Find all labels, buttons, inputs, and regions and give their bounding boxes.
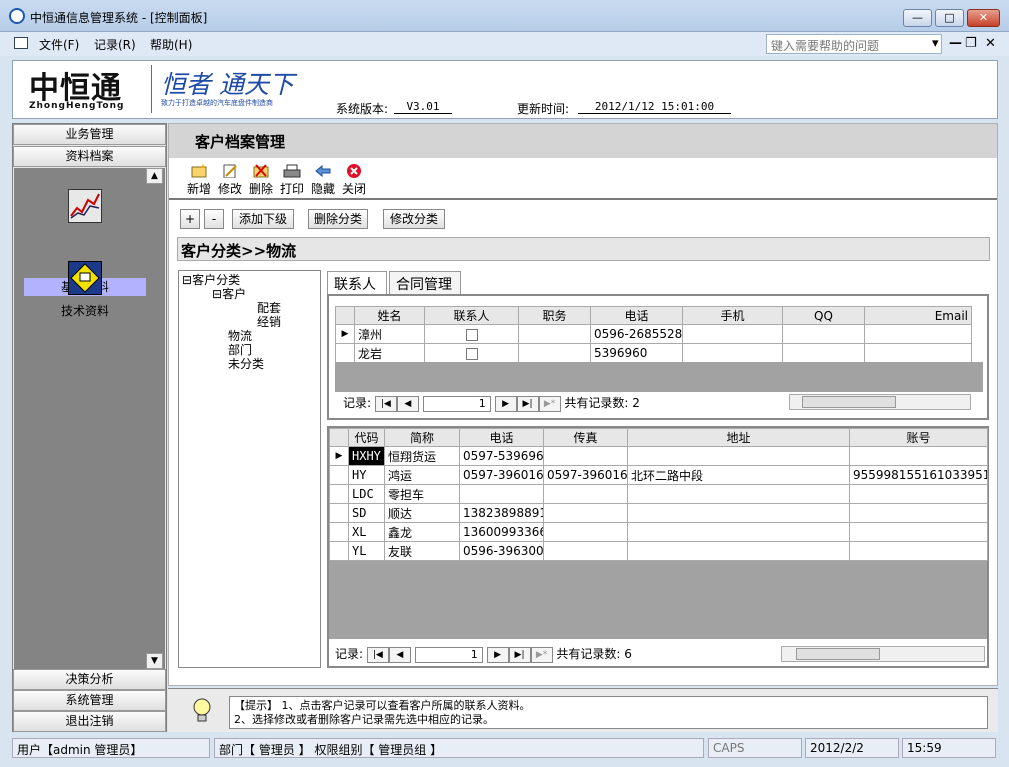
new-record-icon[interactable]: ▶* (538, 395, 561, 412)
status-time: 15:59 (902, 738, 996, 758)
contact-checkbox[interactable] (465, 347, 478, 360)
table-row[interactable]: HY 鸿运 0597-3960166 0597-3960166 北环二路中段 955998… (329, 465, 988, 485)
sidebar: 业务管理 资料档案 ▲ ▼ 基础资料 技术资料 决策分析 系统管理 退出注销 (12, 123, 167, 732)
version-value: V3.01 (394, 100, 452, 114)
update-time-value: 2012/1/12 15:01:00 (578, 100, 731, 114)
table-row[interactable]: ▶ 漳州 0596-2685528 (335, 324, 972, 344)
delete-category-button[interactable]: 删除分类 (308, 209, 368, 229)
last-record-icon[interactable]: ▶| (516, 395, 539, 412)
menu-help[interactable]: 帮助(H) (150, 36, 192, 53)
minimize-button[interactable]: — (903, 9, 932, 27)
table-row[interactable]: ▶ HXHY 恒翔货运 0597-5396960 (329, 446, 988, 466)
sidebar-logout[interactable]: 退出注销 (13, 711, 166, 732)
tree-node-uncategorized[interactable]: 未分类 (228, 355, 264, 372)
status-department: 部门【 管理员 】 权限组别【 管理员组 】 (214, 738, 704, 758)
update-label: 更新时间: (517, 102, 570, 116)
new-button[interactable]: 新增 (184, 164, 214, 197)
maximize-button[interactable]: □ (935, 9, 964, 27)
row-selector-icon[interactable]: ▶ (335, 324, 355, 344)
title-bar: 中恒通信息管理系统 - [控制面板] — □ ✕ (0, 0, 1009, 32)
add-child-button[interactable]: 添加下级 (232, 209, 294, 229)
collapse-button[interactable]: - (204, 209, 224, 229)
close-button[interactable]: ✕ (967, 9, 1000, 27)
delete-button[interactable]: 删除 (246, 164, 276, 197)
prev-record-icon[interactable]: ◀ (396, 395, 419, 412)
mdi-restore-button[interactable]: ❐ (965, 36, 977, 51)
status-user: 用户【admin 管理员】 (12, 738, 210, 758)
lightbulb-icon (193, 698, 211, 722)
chart-icon[interactable] (68, 189, 102, 223)
tab-contacts[interactable]: 联系人 (327, 271, 387, 295)
expand-button[interactable]: + (180, 209, 200, 229)
new-icon (191, 164, 207, 178)
tagline: 致力于打造卓越的汽车底盘件制造商 (161, 99, 273, 107)
status-caps: CAPS (708, 738, 802, 758)
record-number-input[interactable]: 1 (422, 395, 491, 412)
tip-text: 【提示】 1、点击客户记录可以查看客户所属的联系人资料。 2、选择修改或者删除客… (229, 696, 988, 729)
customers-grid: 代码 简称 电话 传真 地址 账号 ▶ HXHY 恒翔货运 0597-5396960 HY 鸿运 05… (327, 426, 989, 668)
mdi-minimize-button[interactable]: — (949, 36, 962, 51)
horizontal-scrollbar[interactable] (789, 394, 971, 410)
close-panel-button[interactable]: 关闭 (339, 164, 369, 197)
arrow-left-icon (315, 164, 331, 178)
close-circle-icon (347, 164, 361, 178)
edit-icon (223, 164, 237, 178)
edit-category-button[interactable]: 修改分类 (383, 209, 445, 229)
logo-english: ZhongHengTong (29, 101, 125, 111)
first-record-icon[interactable]: |◀ (374, 395, 397, 412)
category-tree: ⊟客户分类 ⊟客户 配套 经销 物流 部门 未分类 (178, 270, 321, 668)
tree-node-customer[interactable]: ⊟客户 (212, 285, 246, 302)
table-row[interactable]: YL 友联 0596-3963000 (329, 541, 988, 561)
next-record-icon[interactable]: ▶ (486, 646, 509, 663)
sidebar-business[interactable]: 业务管理 (13, 124, 166, 145)
tab-bar: 联系人 合同管理 (327, 271, 989, 295)
delete-icon (253, 164, 269, 178)
horizontal-scrollbar[interactable] (781, 646, 985, 662)
menu-file[interactable]: 文件(F) (39, 36, 79, 53)
app-icon (9, 8, 25, 24)
table-row[interactable]: SD 顺达 13823898891 (329, 503, 988, 523)
first-record-icon[interactable]: |◀ (366, 646, 389, 663)
table-row[interactable]: 龙岩 5396960 (335, 343, 972, 363)
table-row[interactable]: XL 鑫龙 13600993366 (329, 522, 988, 542)
system-menu-icon[interactable] (14, 37, 28, 49)
new-record-icon[interactable]: ▶* (530, 646, 553, 663)
window-title: 中恒通信息管理系统 - [控制面板] (30, 11, 208, 25)
printer-icon (283, 164, 301, 178)
tree-node-dealer[interactable]: 经销 (257, 313, 281, 330)
row-selector-icon[interactable]: ▶ (329, 446, 349, 466)
next-record-icon[interactable]: ▶ (494, 395, 517, 412)
sidebar-decision[interactable]: 决策分析 (13, 669, 166, 690)
banner: 中恒通 ZhongHengTong 恒者 通天下 致力于打造卓越的汽车底盘件制造… (12, 60, 998, 119)
tab-contracts[interactable]: 合同管理 (389, 271, 461, 294)
tech-doc-icon[interactable] (68, 261, 102, 295)
contact-checkbox[interactable] (465, 328, 478, 341)
version-label: 系统版本: (336, 102, 389, 116)
print-button[interactable]: 打印 (277, 164, 307, 197)
table-row[interactable]: LDC 零担车 (329, 484, 988, 504)
help-dropdown-icon[interactable]: ▾ (932, 36, 939, 51)
breadcrumb: 客户分类>>物流 (177, 237, 990, 261)
help-search-input[interactable]: 键入需要帮助的问题 (766, 34, 942, 54)
scroll-up-icon[interactable]: ▲ (146, 168, 163, 184)
edit-button[interactable]: 修改 (215, 164, 245, 197)
sidebar-archives[interactable]: 资料档案 (13, 146, 166, 167)
sidebar-panel: ▲ ▼ 基础资料 技术资料 (14, 168, 165, 670)
menu-record[interactable]: 记录(R) (94, 36, 136, 53)
prev-record-icon[interactable]: ◀ (388, 646, 411, 663)
last-record-icon[interactable]: ▶| (508, 646, 531, 663)
sidebar-system[interactable]: 系统管理 (13, 690, 166, 711)
hide-button[interactable]: 隐藏 (308, 164, 338, 197)
sidebar-item-tech-data[interactable]: 技术资料 (24, 302, 146, 319)
main-panel: 客户档案管理 新增 修改 删除 打印 隐藏 关闭 + - 添加下级 删除分类 修… (168, 123, 998, 686)
contacts-grid: 姓名 联系人 职务 电话 手机 QQ Email ▶ 漳州 0596-2685528 龙岩 539… (327, 294, 989, 420)
page-title: 客户档案管理 (195, 133, 286, 151)
mdi-close-button[interactable]: ✕ (985, 36, 996, 51)
customers-table: 代码 简称 电话 传真 地址 账号 ▶ HXHY 恒翔货运 0597-5396960 HY 鸿运 05… (329, 428, 988, 561)
scroll-down-icon[interactable]: ▼ (146, 653, 163, 669)
slogan: 恒者 通天下 (161, 70, 294, 99)
record-number-input[interactable]: 1 (414, 646, 483, 663)
status-date: 2012/2/2 (805, 738, 899, 758)
contacts-table: 姓名 联系人 职务 电话 手机 QQ Email ▶ 漳州 0596-2685528 龙岩 539… (335, 306, 972, 363)
